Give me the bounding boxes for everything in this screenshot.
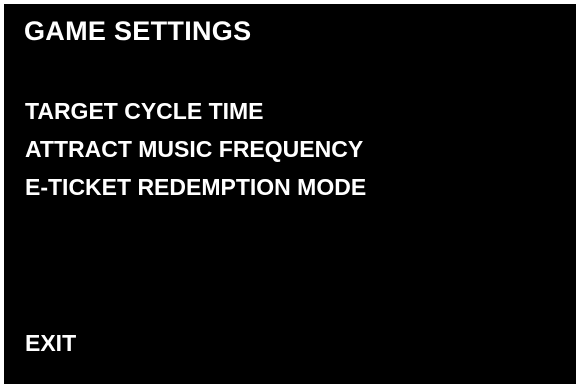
menu-item-e-ticket-redemption-mode[interactable]: E-TICKET REDEMPTION MODE: [25, 168, 366, 206]
menu-item-target-cycle-time[interactable]: TARGET CYCLE TIME: [25, 92, 366, 130]
menu-item-attract-music-frequency[interactable]: ATTRACT MUSIC FREQUENCY: [25, 130, 366, 168]
page-title: GAME SETTINGS: [24, 16, 252, 46]
exit-menu-item[interactable]: EXIT: [25, 324, 76, 362]
settings-menu: TARGET CYCLE TIME ATTRACT MUSIC FREQUENC…: [25, 92, 366, 206]
game-settings-screen: GAME SETTINGS TARGET CYCLE TIME ATTRACT …: [4, 4, 576, 384]
